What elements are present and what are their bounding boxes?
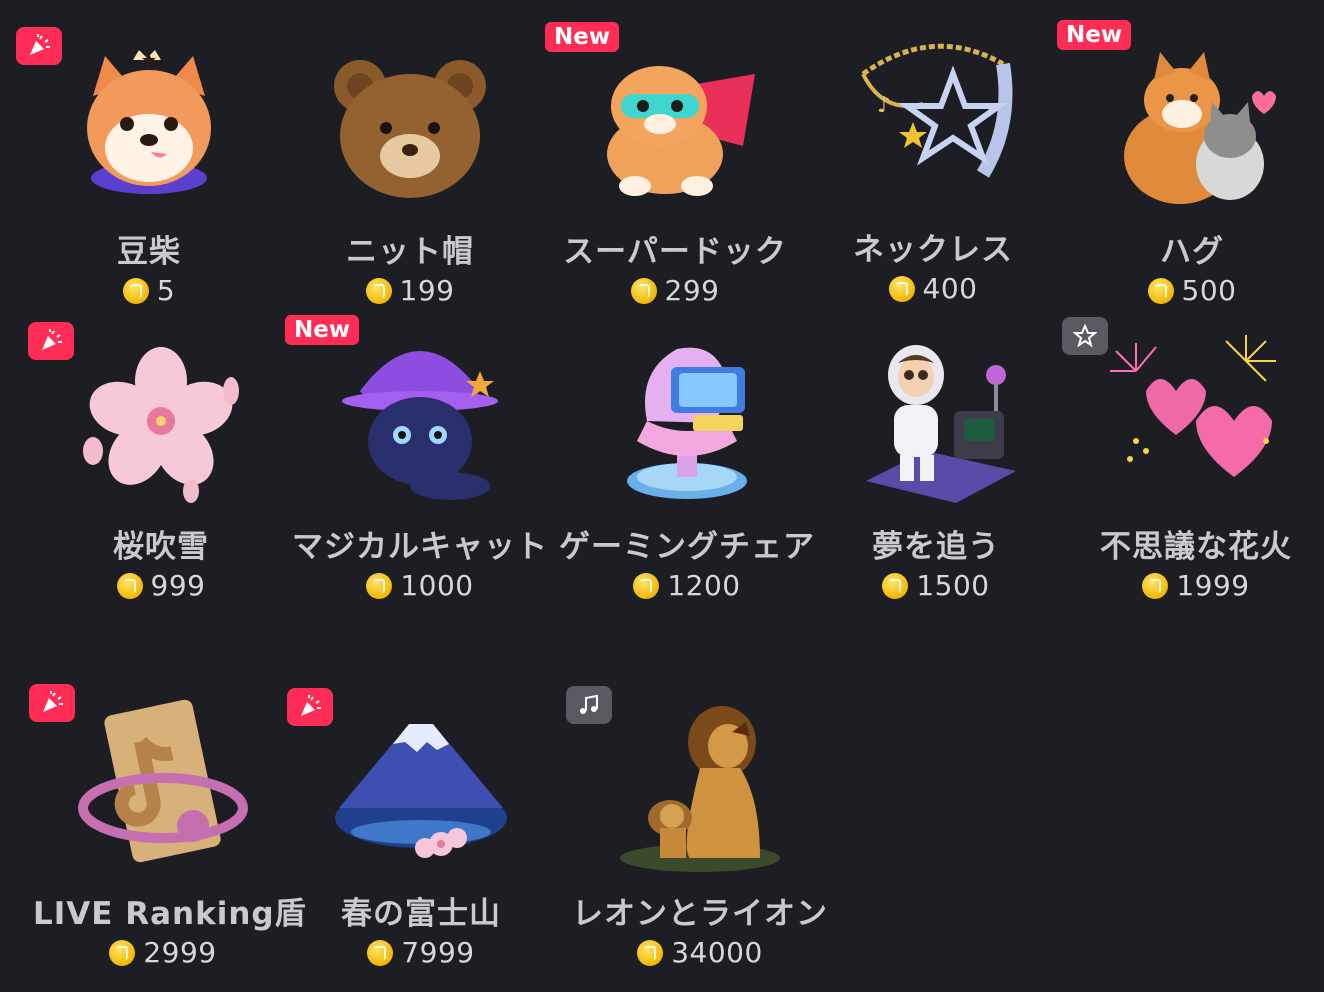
necklace-image: ♪ [861, 43, 1013, 178]
fuji-image [335, 724, 507, 858]
coin-icon [1147, 277, 1174, 304]
gift-name: 不思議な花火 [1100, 529, 1292, 565]
coin-icon [116, 572, 143, 599]
hug-image [1124, 52, 1276, 204]
gift-item[interactable]: ニット帽 199 [280, 30, 540, 330]
gift-item[interactable]: レオンとライオン 34000 [566, 686, 830, 992]
gift-price: 34000 [570, 936, 830, 969]
fireworks-image [1110, 335, 1276, 477]
gift-price: 5 [19, 274, 279, 307]
gift-price: 1000 [290, 569, 550, 602]
gift-item[interactable]: New ハグ 500 [1057, 20, 1322, 330]
gift-price: 500 [1062, 274, 1322, 307]
gift-item[interactable]: 豆柴 5 [16, 27, 279, 330]
party-popper-icon [29, 684, 75, 722]
coin-icon [122, 277, 149, 304]
lion-image [620, 706, 780, 872]
coin-icon [882, 572, 909, 599]
gift-price: 400 [803, 272, 1063, 305]
party-popper-icon [16, 27, 62, 65]
party-popper-icon [28, 322, 74, 360]
gift-item[interactable]: New スーパードック 299 [545, 22, 805, 330]
gift-item[interactable]: LIVE Ranking盾 2999 [29, 684, 307, 992]
gift-price: 1200 [557, 569, 817, 602]
gift-name: スーパードック [563, 234, 787, 270]
gift-name: 夢を追う [872, 529, 1000, 565]
gift-item[interactable]: 不思議な花火 1999 [1062, 317, 1324, 625]
gift-price: 1500 [806, 569, 1066, 602]
gift-price: 999 [31, 569, 291, 602]
gift-price: 1999 [1066, 569, 1324, 602]
coin-icon [888, 275, 915, 302]
gift-name: ネックレス [853, 232, 1013, 268]
sakura-image [83, 347, 239, 503]
super-dog-image [607, 66, 755, 196]
gift-name: LIVE Ranking盾 [33, 896, 307, 932]
gift-name: 桜吹雪 [113, 529, 209, 565]
shiba-head-image [87, 50, 211, 194]
gift-name: ハグ [1160, 234, 1224, 270]
star-icon [1062, 317, 1108, 355]
coin-icon [366, 572, 393, 599]
music-note-icon [566, 686, 612, 724]
gift-name: ニット帽 [346, 234, 474, 270]
magic-cat-image [342, 351, 498, 500]
coin-icon [637, 939, 664, 966]
gift-price: 7999 [291, 936, 551, 969]
coin-icon [1142, 572, 1169, 599]
gift-price: 199 [280, 274, 540, 307]
gift-name: レオンとライオン [572, 896, 828, 932]
knit-bear-image [334, 60, 486, 198]
gift-item[interactable]: ゲーミングチェア 1200 [557, 325, 817, 625]
coin-icon [365, 277, 392, 304]
coin-icon [630, 277, 657, 304]
svg-text:♪: ♪ [877, 93, 891, 118]
gift-name: マジカルキャット [292, 529, 548, 565]
coin-icon [367, 939, 394, 966]
gift-item[interactable]: ♪ ネックレス 400 [803, 28, 1063, 328]
gift-name: ゲーミングチェア [559, 529, 815, 565]
ranking-shield-image [78, 699, 248, 863]
gift-name: 春の富士山 [341, 896, 501, 932]
gift-item[interactable]: New マジカルキャット 1000 [285, 315, 550, 625]
astronaut-image [866, 345, 1016, 503]
party-popper-icon [287, 688, 333, 726]
gift-price: 299 [545, 274, 805, 307]
gift-item[interactable]: 夢を追う 1500 [806, 325, 1066, 625]
gift-item[interactable]: 春の富士山 7999 [287, 688, 551, 992]
gift-item[interactable]: 桜吹雪 999 [28, 322, 291, 625]
gift-name: 豆柴 [117, 234, 181, 270]
gift-price: 2999 [33, 936, 293, 969]
gaming-chair-image [627, 347, 747, 499]
coin-icon [633, 572, 660, 599]
coin-icon [109, 939, 136, 966]
